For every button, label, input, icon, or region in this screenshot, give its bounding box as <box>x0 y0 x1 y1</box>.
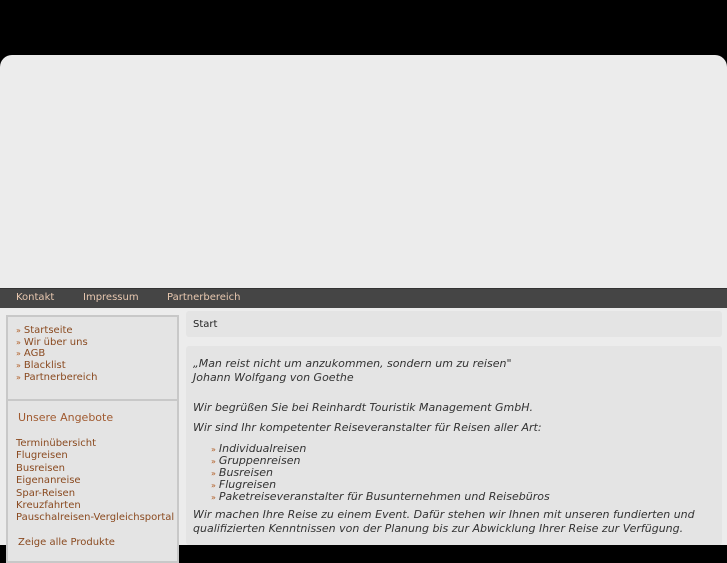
top-nav: Kontakt Impressum Partnerbereich <box>0 288 727 308</box>
angebote-box: Unsere Angebote Terminübersicht Flugreis… <box>6 399 179 563</box>
nav-impressum[interactable]: Impressum <box>83 292 139 303</box>
link-label: Startseite <box>23 325 73 336</box>
angebot-link[interactable]: Terminübersicht <box>16 438 174 450</box>
intro-text: Wir sind Ihr kompetenter Reiseveranstalt… <box>193 421 542 434</box>
sidebar-link-startseite[interactable]: » Startseite <box>16 325 97 337</box>
sidebar-link-wir-ueber-uns[interactable]: » Wir über uns <box>16 337 97 349</box>
angebot-link[interactable]: Pauschalreisen-Vergleichsportal <box>16 512 174 524</box>
event-text-1: Wir machen Ihre Reise zu einem Event. Da… <box>193 508 695 521</box>
angebot-link[interactable]: Flugreisen <box>16 450 174 462</box>
show-all-products-link[interactable]: Zeige alle Produkte <box>18 537 174 549</box>
sidebar-link-partnerbereich[interactable]: » Partnerbereich <box>16 372 97 384</box>
breadcrumb-start: Start <box>193 319 218 330</box>
angebot-link[interactable]: Busreisen <box>16 463 174 475</box>
link-label: AGB <box>23 348 46 360</box>
sidebar-link-blacklist[interactable]: » Blacklist <box>16 360 97 372</box>
nav-partnerbereich[interactable]: Partnerbereich <box>167 292 241 303</box>
travel-types-list: » Individualreisen » Gruppenreisen » Busrei… <box>211 443 550 503</box>
main-content: „Man reist nicht um anzukommen, sondern … <box>186 346 722 545</box>
sidebar-link-agb[interactable]: » AGB <box>16 348 97 360</box>
nav-kontakt[interactable]: Kontakt <box>16 292 54 303</box>
angebote-title: Unsere Angebote <box>18 411 114 424</box>
link-label: Wir über uns <box>23 336 88 348</box>
angebot-link[interactable]: Spar-Reisen <box>16 488 174 500</box>
breadcrumb: Start <box>186 311 722 337</box>
header-banner <box>0 55 727 288</box>
link-label: Partnerbereich <box>23 371 98 383</box>
list-item: » Paketreiseveranstalter für Busunternehm… <box>211 490 550 503</box>
angebot-link[interactable]: Eigenanreise <box>16 475 174 487</box>
quote-author: Johann Wolfgang von Goethe <box>193 371 354 384</box>
angebot-link[interactable]: Kreuzfahrten <box>16 500 174 512</box>
quote: „Man reist nicht um anzukommen, sondern … <box>193 357 512 370</box>
welcome-text: Wir begrüßen Sie bei Reinhardt Touristik… <box>193 401 533 414</box>
event-text-2: qualifizierten Kenntnissen von der Planu… <box>193 522 684 535</box>
link-label: Blacklist <box>23 360 66 372</box>
